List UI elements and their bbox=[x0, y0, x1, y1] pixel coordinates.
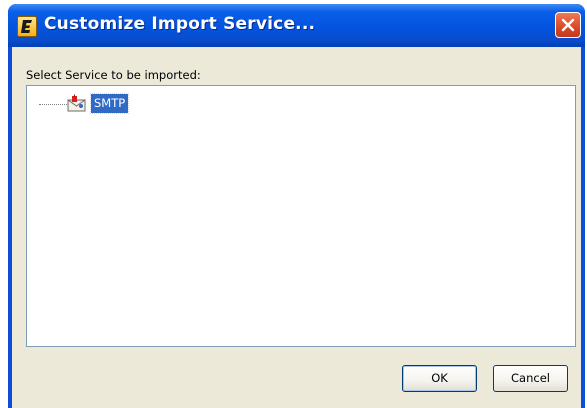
close-icon bbox=[561, 18, 575, 32]
dialog-window: Customize Import Service... Select Servi… bbox=[8, 4, 585, 408]
app-e-icon bbox=[17, 16, 37, 37]
service-tree[interactable]: SMTP bbox=[26, 85, 576, 347]
tree-connector-line bbox=[39, 104, 67, 105]
dialog-client-area: Select Service to be imported: SMTP OK C… bbox=[12, 47, 581, 408]
window-title: Customize Import Service... bbox=[44, 14, 316, 34]
tree-item-label: SMTP bbox=[89, 93, 130, 114]
title-bar[interactable]: Customize Import Service... bbox=[8, 4, 585, 47]
ok-button[interactable]: OK bbox=[402, 365, 477, 392]
select-service-label: Select Service to be imported: bbox=[26, 68, 201, 82]
close-button[interactable] bbox=[555, 12, 581, 38]
cancel-button[interactable]: Cancel bbox=[493, 365, 568, 392]
mail-service-icon bbox=[65, 94, 87, 114]
